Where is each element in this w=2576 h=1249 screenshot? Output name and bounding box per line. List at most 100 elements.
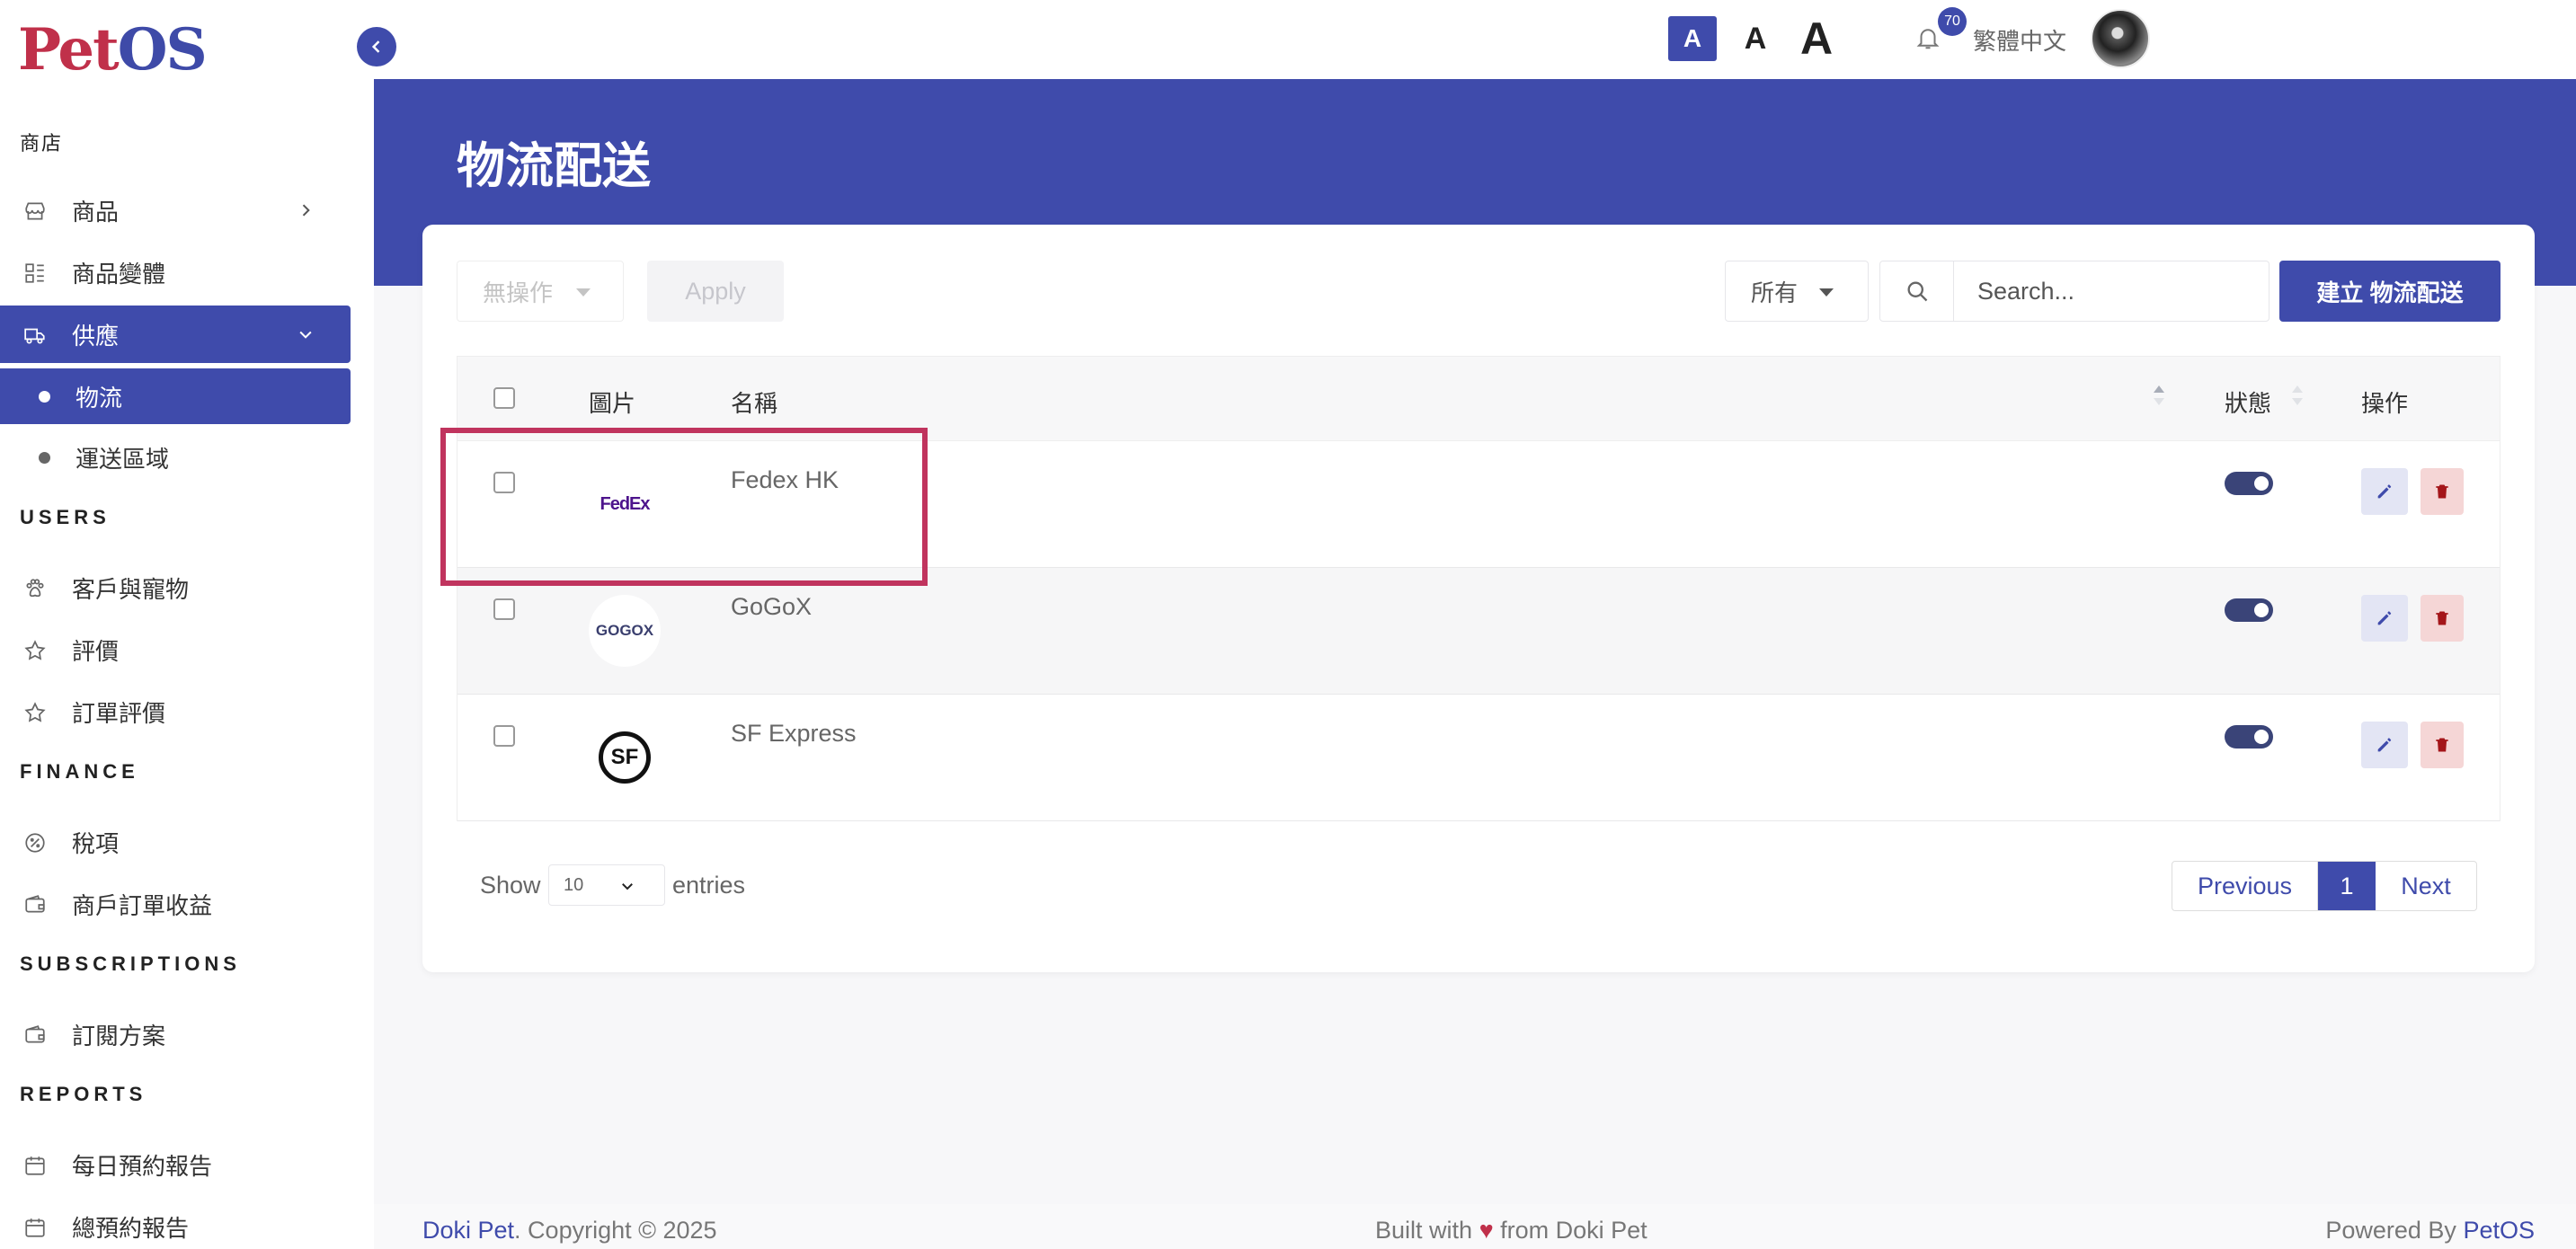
- sidebar-item-reviews[interactable]: 評價: [0, 621, 351, 678]
- truck-icon: [24, 328, 45, 344]
- sidebar: Pet OS 商店 商品 商品變體 供應 物流 運送區域 USERS 客戶與寵物 …: [0, 0, 374, 1249]
- sidebar-item-label: 客戶與寵物: [72, 575, 190, 603]
- tax-icon: [25, 833, 45, 853]
- status-filter-value: 所有: [1751, 279, 1799, 306]
- column-header-actions: 操作: [2361, 390, 2409, 417]
- bulk-action-select[interactable]: 無操作: [457, 261, 624, 322]
- font-size-large-button[interactable]: A: [1785, 11, 1848, 66]
- paw-icon: [26, 579, 44, 598]
- section-title-reports: REPORTS: [20, 1083, 147, 1105]
- store-icon: [25, 202, 45, 220]
- table-row: SF SF Express: [457, 695, 2500, 821]
- status-filter-select[interactable]: 所有: [1725, 261, 1869, 322]
- star-icon: [24, 702, 46, 722]
- bullet-icon: [39, 391, 50, 403]
- sidebar-item-merchant-earnings[interactable]: 商戶訂單收益: [0, 875, 351, 933]
- sidebar-subitem-shipping-zones[interactable]: 運送區域: [0, 430, 351, 485]
- sidebar-subitem-label: 物流: [76, 384, 123, 412]
- section-title-subscriptions: SUBSCRIPTIONS: [20, 952, 241, 975]
- edit-button[interactable]: [2361, 722, 2408, 768]
- sidebar-collapse-button[interactable]: [357, 27, 396, 66]
- page-length-select[interactable]: 10: [548, 864, 665, 906]
- logo-text: GOGOX: [595, 622, 654, 639]
- footer-copyright: Doki Pet. Copyright © 2025: [422, 1217, 717, 1245]
- page-length-value: 10: [564, 874, 584, 895]
- sidebar-item-label: 稅項: [72, 829, 120, 857]
- petos-logo[interactable]: Pet OS: [18, 15, 208, 84]
- apply-button[interactable]: Apply: [647, 261, 784, 322]
- sort-icon[interactable]: [2153, 384, 2165, 407]
- page-number-button[interactable]: 1: [2318, 862, 2376, 910]
- sidebar-item-label: 訂閱方案: [72, 1022, 166, 1050]
- sort-icon[interactable]: [2291, 384, 2304, 407]
- footer-powered-by: Powered By PetOS: [2325, 1217, 2535, 1245]
- caret-down-icon: [576, 288, 591, 297]
- delete-button[interactable]: [2421, 595, 2464, 642]
- footer-brand-link[interactable]: Doki Pet: [422, 1217, 514, 1244]
- calendar-icon: [25, 1218, 45, 1237]
- sidebar-item-total-booking-report[interactable]: 總預約報告: [0, 1198, 351, 1249]
- sidebar-item-customers-pets[interactable]: 客戶與寵物: [0, 559, 351, 616]
- highlight-box: [440, 428, 928, 586]
- section-title-store: 商店: [20, 132, 64, 155]
- petos-link[interactable]: PetOS: [2463, 1217, 2535, 1244]
- sidebar-item-label: 商品變體: [72, 260, 166, 288]
- search-input[interactable]: [1954, 261, 2260, 321]
- column-header-image: 圖片: [589, 390, 636, 417]
- sidebar-item-label: 商戶訂單收益: [72, 891, 213, 919]
- sidebar-item-daily-booking-report[interactable]: 每日預約報告: [0, 1136, 351, 1193]
- edit-button[interactable]: [2361, 595, 2408, 642]
- status-toggle[interactable]: [2225, 725, 2273, 749]
- wallet-icon: [25, 1025, 45, 1043]
- previous-page-button[interactable]: Previous: [2172, 862, 2318, 910]
- sidebar-item-label: 商品: [72, 198, 120, 226]
- heart-icon: ♥: [1479, 1217, 1494, 1244]
- toggle-knob: [2254, 730, 2269, 744]
- logo-text-os: OS: [117, 15, 208, 84]
- trash-icon: [2436, 484, 2448, 499]
- row-checkbox[interactable]: [493, 725, 515, 747]
- delete-button[interactable]: [2421, 468, 2464, 515]
- bell-icon[interactable]: [1914, 23, 1941, 52]
- copyright-text: . Copyright © 2025: [514, 1217, 717, 1244]
- logistics-table: 圖片 名稱 狀態 操作 FedEx Fedex HK GOGOX GoGoX S…: [457, 356, 2500, 821]
- row-checkbox[interactable]: [493, 598, 515, 620]
- sidebar-item-products[interactable]: 商品: [0, 182, 351, 239]
- column-header-name[interactable]: 名稱: [731, 385, 777, 419]
- pencil-icon: [2377, 484, 2392, 499]
- toggle-knob: [2254, 603, 2269, 617]
- select-all-checkbox[interactable]: [493, 387, 515, 409]
- sidebar-item-variants[interactable]: 商品變體: [0, 244, 351, 301]
- sidebar-item-label: 評價: [72, 637, 120, 665]
- footer-built-with: Built with ♥ from Doki Pet: [1375, 1217, 1648, 1245]
- language-selector[interactable]: 繁體中文: [1973, 23, 2066, 57]
- page-title: 物流配送: [457, 139, 651, 193]
- sidebar-item-label: 總預約報告: [72, 1214, 190, 1242]
- sidebar-item-label: 供應: [72, 322, 120, 350]
- pencil-icon: [2377, 611, 2392, 625]
- logo-text-pet: Pet: [18, 15, 120, 84]
- search-box: [1879, 261, 2270, 322]
- table-row: GOGOX GoGoX: [457, 568, 2500, 695]
- sidebar-subitem-logistics[interactable]: 物流: [0, 368, 351, 424]
- sf-express-logo: SF: [589, 722, 661, 793]
- logistics-name: SF Express: [731, 720, 857, 747]
- star-icon: [24, 640, 46, 660]
- section-title-finance: FINANCE: [20, 760, 139, 783]
- status-toggle[interactable]: [2225, 598, 2273, 622]
- sidebar-item-supply[interactable]: 供應: [0, 306, 351, 363]
- edit-button[interactable]: [2361, 468, 2408, 515]
- built-with-text: Built with: [1375, 1217, 1473, 1244]
- column-header-status[interactable]: 狀態: [2225, 385, 2271, 419]
- status-toggle[interactable]: [2225, 472, 2273, 495]
- chevron-down-icon: [622, 883, 633, 890]
- delete-button[interactable]: [2421, 722, 2464, 768]
- font-size-small-button[interactable]: A: [1668, 16, 1717, 61]
- sidebar-item-order-reviews[interactable]: 訂單評價: [0, 683, 351, 740]
- font-size-medium-button[interactable]: A: [1731, 16, 1780, 61]
- next-page-button[interactable]: Next: [2376, 862, 2476, 910]
- sidebar-item-tax[interactable]: 稅項: [0, 813, 351, 871]
- avatar[interactable]: [2091, 9, 2150, 68]
- sidebar-item-subscription-plans[interactable]: 訂閱方案: [0, 1005, 351, 1063]
- create-logistics-button[interactable]: 建立 物流配送: [2279, 261, 2500, 322]
